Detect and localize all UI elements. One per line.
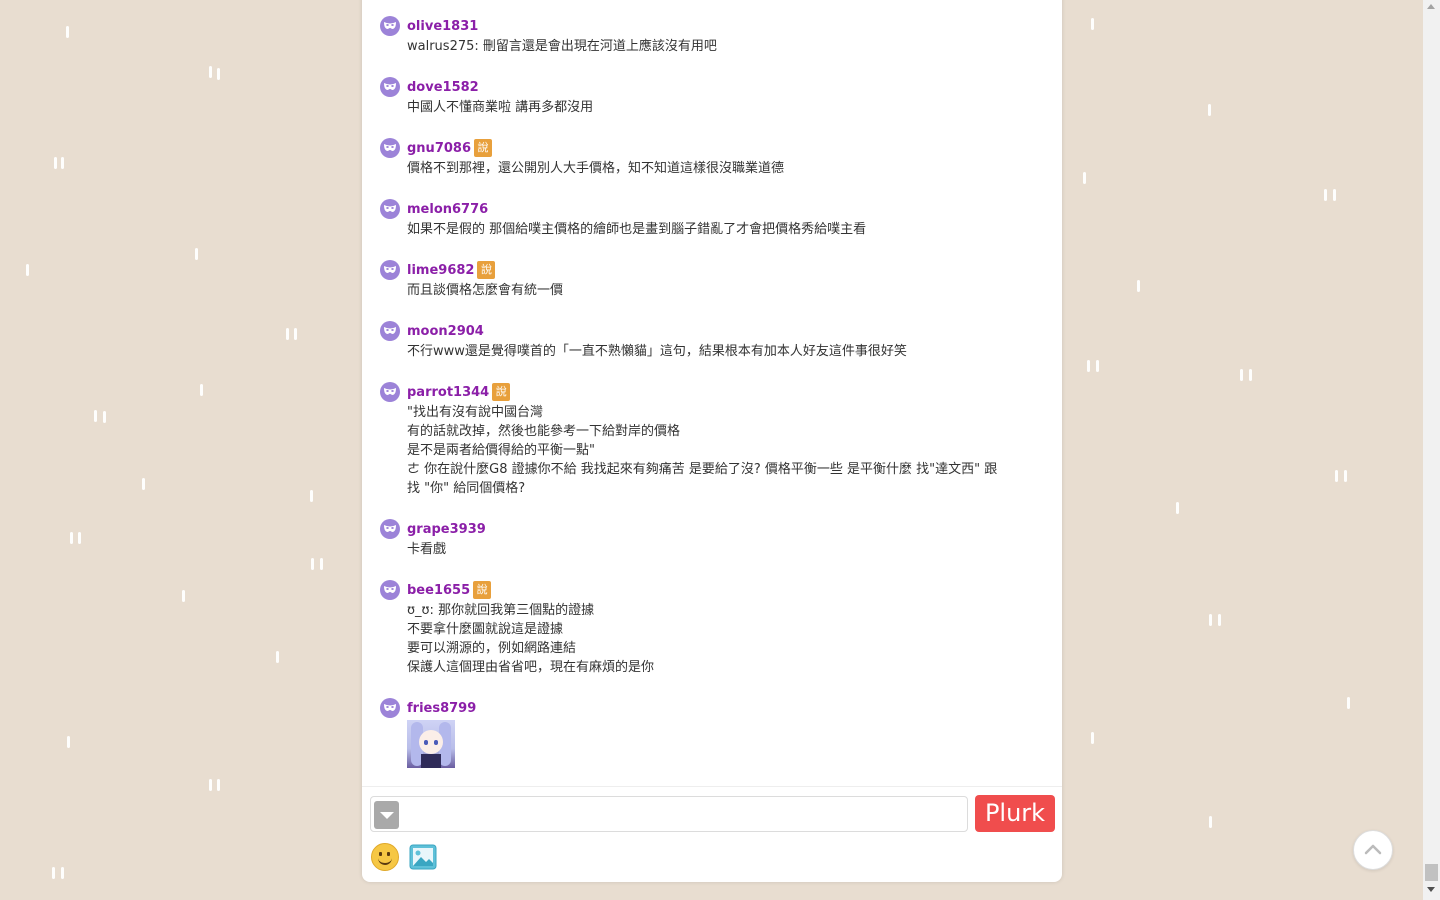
response-text-line: ㄜ 你在說什麼G8 證據你不給 我找起來有夠痛苦 是要給了沒? 價格平衡一些 是… bbox=[407, 462, 998, 477]
response-content bbox=[407, 719, 1047, 768]
anime-sticker-image[interactable] bbox=[407, 720, 455, 768]
response-content: 不行www還是覺得噗首的「一直不熟懶貓」這句，結果根本有加本人好友這件事很好笑 bbox=[407, 342, 1047, 361]
divider bbox=[362, 786, 1062, 787]
response-text-line: ʊ_ʊ: 那你就回我第三個點的證據 bbox=[407, 603, 595, 618]
response-username[interactable]: dove1582 bbox=[407, 80, 479, 95]
scroll-up-arrow-icon[interactable] bbox=[1427, 4, 1435, 9]
chevron-up-icon bbox=[1364, 844, 1382, 855]
response-username[interactable]: grape3939 bbox=[407, 522, 486, 537]
scroll-to-top-button[interactable] bbox=[1353, 830, 1393, 870]
response-text-line: 中國人不懂商業啦 講再多都沒用 bbox=[407, 100, 594, 115]
qualifier-badge: 說 bbox=[492, 383, 511, 401]
anonymous-mask-icon bbox=[380, 77, 400, 97]
response-text-line: 卡看戲 bbox=[407, 542, 447, 557]
scrollbar[interactable] bbox=[1423, 0, 1440, 900]
plurk-response-panel: olive1831 walrus275: 刪留言還是會出現在河道上應該沒有用吧 do… bbox=[362, 0, 1062, 882]
response-content: 中國人不懂商業啦 講再多都沒用 bbox=[407, 98, 1047, 117]
response-text-line: 要可以溯源的，例如網路連結 bbox=[407, 641, 577, 656]
response-content: 而且談價格怎麼會有統一價 bbox=[407, 281, 1047, 300]
anonymous-mask-icon bbox=[380, 138, 400, 158]
response-text-line: 不行www還是覺得噗首的「一直不熟懶貓」這句，結果根本有加本人好友這件事很好笑 bbox=[407, 344, 907, 359]
response-username[interactable]: parrot1344 bbox=[407, 385, 489, 400]
qualifier-dropdown-button[interactable] bbox=[374, 801, 399, 829]
response-text-line: 保護人這個理由省省吧，現在有麻煩的是你 bbox=[407, 660, 655, 675]
anonymous-mask-icon bbox=[380, 698, 400, 718]
response-list: olive1831 walrus275: 刪留言還是會出現在河道上應該沒有用吧 do… bbox=[362, 0, 1062, 784]
response-text-line: 不要拿什麼圖就說這是證據 bbox=[407, 622, 564, 637]
qualifier-badge: 說 bbox=[477, 261, 496, 279]
response-username[interactable]: gnu7086 bbox=[407, 141, 471, 156]
image-upload-icon[interactable] bbox=[409, 844, 437, 874]
response-username[interactable]: bee1655 bbox=[407, 583, 470, 598]
response-content: 價格不到那裡，還公開別人大手價格，知不知道這樣很沒職業道德 bbox=[407, 159, 1047, 178]
response-text-line: "找出有沒有說中國台灣 bbox=[407, 405, 543, 420]
emoticon-icon[interactable] bbox=[371, 843, 399, 871]
plurk-submit-button[interactable]: Plurk bbox=[975, 795, 1055, 832]
anonymous-mask-icon bbox=[380, 382, 400, 402]
response-text-line: 如果不是假的 那個給噗主價格的繪師也是畫到腦子錯亂了才會把價格秀給噗主看 bbox=[407, 222, 867, 237]
qualifier-badge: 說 bbox=[473, 581, 492, 599]
anonymous-mask-icon bbox=[380, 321, 400, 341]
response-text-line: 而且談價格怎麼會有統一價 bbox=[407, 283, 564, 298]
response-content: ʊ_ʊ: 那你就回我第三個點的證據 不要拿什麼圖就說這是證據 要可以溯源的，例如網路… bbox=[407, 601, 1047, 677]
response-username[interactable]: melon6776 bbox=[407, 202, 488, 217]
anonymous-mask-icon bbox=[380, 16, 400, 36]
response-text-line: 價格不到那裡，還公開別人大手價格，知不知道這樣很沒職業道德 bbox=[407, 161, 785, 176]
anonymous-mask-icon bbox=[380, 519, 400, 539]
anonymous-mask-icon bbox=[380, 260, 400, 280]
response-content: "找出有沒有說中國台灣有的話就改掉，然後也能參考一下給對岸的價格 是不是兩者給價得… bbox=[407, 403, 1047, 498]
response-content: 卡看戲 bbox=[407, 540, 1047, 559]
response-content: walrus275: 刪留言還是會出現在河道上應該沒有用吧 bbox=[407, 37, 1047, 56]
qualifier-badge: 說 bbox=[474, 139, 492, 157]
response-text-line: 是不是兩者給價得給的平衡一點" bbox=[407, 443, 595, 458]
response-username[interactable]: lime9682 bbox=[407, 263, 474, 278]
response-text-line: walrus275: 刪留言還是會出現在河道上應該沒有用吧 bbox=[407, 39, 717, 54]
response-username[interactable]: moon2904 bbox=[407, 324, 484, 339]
scroll-thumb[interactable] bbox=[1425, 864, 1438, 881]
anonymous-mask-icon bbox=[380, 580, 400, 600]
response-username[interactable]: olive1831 bbox=[407, 19, 478, 34]
response-username[interactable]: fries8799 bbox=[407, 701, 476, 716]
anonymous-mask-icon bbox=[380, 199, 400, 219]
response-content: 如果不是假的 那個給噗主價格的繪師也是畫到腦子錯亂了才會把價格秀給噗主看 bbox=[407, 220, 1047, 239]
scroll-down-arrow-icon[interactable] bbox=[1427, 887, 1435, 892]
response-text-line: 找 "你" 給同個價格? bbox=[407, 481, 526, 496]
response-text-line: 有的話就改掉，然後也能參考一下給對岸的價格 bbox=[407, 424, 681, 439]
response-input[interactable] bbox=[370, 796, 968, 832]
